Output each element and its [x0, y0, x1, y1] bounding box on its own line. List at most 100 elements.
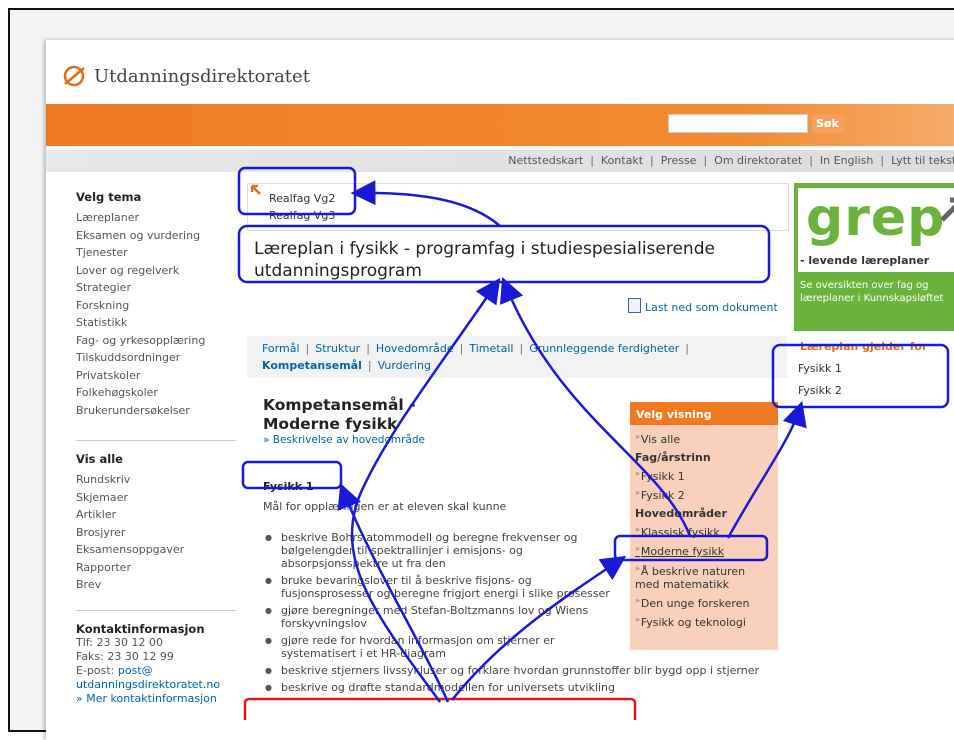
view-selector-title: Velg visning [630, 402, 778, 425]
sidebar-item-brev[interactable]: Brev [76, 576, 184, 594]
tab-grunnleggende[interactable]: Grunnleggende ferdigheter [529, 342, 679, 355]
contact-email: E-post: post@ [76, 664, 220, 678]
nav-separator: | [703, 154, 708, 167]
top-navigation: Nettstedskart | Kontakt | Presse | Om direktor… [46, 150, 954, 172]
section-tabs: Formål | Struktur | Hovedområde | Timetall | Gru… [247, 336, 787, 378]
view-link-unge-forskeren[interactable]: Den unge forskeren [635, 593, 773, 612]
up-arrow-icon [250, 184, 262, 200]
view-link-beskrive-naturen[interactable]: Å beskrive naturen med matematikk [635, 562, 773, 591]
sidebar-divider [76, 610, 236, 611]
tab-hovedomrade[interactable]: Hovedområde [376, 342, 454, 355]
contact-fax: Faks: 23 30 12 99 [76, 650, 174, 663]
sidebar-item-brukerundersokelser[interactable]: Brukerundersøkelser [76, 402, 205, 420]
nav-link-contact[interactable]: Kontakt [601, 154, 643, 167]
sidebar-item-folkehogskoler[interactable]: Folkehøgskoler [76, 384, 205, 402]
sidebar-item-fag-yrke[interactable]: Fag- og yrkesopplæring [76, 332, 205, 350]
view-link-fysikk-2[interactable]: Fysikk 2 [635, 485, 773, 504]
sidebar-item-laereplaner[interactable]: Læreplaner [76, 209, 205, 227]
document-icon [628, 298, 641, 313]
sidebar-item-eksamensoppgaver[interactable]: Eksamensoppgaver [76, 541, 184, 559]
list-item: bruke bevaringslover til å beskrive fisj… [264, 574, 624, 600]
view-link-moderne-fysikk[interactable]: Moderne fysikk [635, 541, 773, 560]
group-title: Fysikk 1 [263, 480, 314, 493]
sidebar-item-rundskriv[interactable]: Rundskriv [76, 471, 184, 489]
nav-link-press[interactable]: Presse [661, 154, 697, 167]
brand-name: Utdanningsdirektoratet [94, 65, 310, 87]
tab-separator: | [519, 342, 524, 355]
sidebar-item-eksamen[interactable]: Eksamen og vurdering [76, 227, 205, 245]
sidebar-item-lover[interactable]: Lover og regelverk [76, 262, 205, 280]
grep-tagline: - levende læreplaner [800, 254, 930, 267]
view-subtitle-hovedomrader: Hovedområder [635, 507, 727, 520]
contact-email-link-cont[interactable]: utdanningsdirektoratet.no [76, 678, 220, 691]
sidebar-item-artikler[interactable]: Artikler [76, 506, 184, 524]
tab-separator: | [305, 342, 310, 355]
view-selector-box: Velg visning Vis alle Fag/årstrinn Fysik… [630, 402, 778, 650]
hovedomrade-description-link[interactable]: » Beskrivelse av hovedområde [263, 434, 425, 446]
search-button[interactable]: Søk [812, 114, 844, 133]
web-page: Utdanningsdirektoratet Søk Nettstedskart… [46, 40, 954, 740]
goals-intro: Mål for opplæringen er at eleven skal ku… [263, 500, 507, 513]
contact-email-label: E-post: [76, 664, 118, 677]
nav-link-listen[interactable]: Lytt til teksten [891, 154, 954, 167]
laereplan-item-fysikk-2[interactable]: Fysikk 2 [798, 380, 842, 402]
sidebar-item-tilskudd[interactable]: Tilskuddsordninger [76, 349, 205, 367]
laereplan-gjelder-title: Læreplan gjelder for [800, 340, 928, 353]
sidebar-visalle-title: Vis alle [76, 452, 123, 466]
more-contact-link[interactable]: » Mer kontaktinformasjon [76, 692, 217, 705]
contact-info: Kontaktinformasjon Tlf: 23 30 12 00 Faks… [76, 622, 220, 706]
tab-vurdering[interactable]: Vurdering [378, 359, 431, 372]
grep-logo: grep - levende læreplaner [798, 188, 954, 272]
nav-separator: | [650, 154, 654, 167]
sidebar-item-privatskoler[interactable]: Privatskoler [76, 367, 205, 385]
laereplan-item-fysikk-1[interactable]: Fysikk 1 [798, 358, 842, 380]
page-title: Læreplan i fysikk - programfag i studies… [254, 239, 715, 281]
sidebar-visalle-list: Rundskriv Skjemaer Artikler Brosjyrer Ek… [76, 471, 184, 594]
view-link-fysikk-teknologi[interactable]: Fysikk og teknologi [635, 612, 773, 631]
grep-overview-link[interactable]: Se oversikten over fag og læreplaner i K… [800, 279, 954, 305]
grep-arrow-icon [940, 197, 954, 222]
view-link-klassisk-fysikk[interactable]: Klassisk fysikk [635, 522, 773, 541]
sidebar-tema-list: Læreplaner Eksamen og vurdering Tjeneste… [76, 209, 205, 419]
contact-more: » Mer kontaktinformasjon [76, 692, 220, 706]
goals-list: beskrive Bohrs atommodell og beregne fre… [264, 531, 759, 698]
nav-separator: | [590, 154, 594, 167]
tab-kompetansemal[interactable]: Kompetansemål [262, 359, 362, 372]
tab-separator: | [685, 342, 689, 355]
breadcrumb-item-realfag-vg3[interactable]: Realfag Vg3 [269, 207, 335, 224]
tab-separator: | [459, 342, 464, 355]
contact-title: Kontaktinformasjon [76, 622, 205, 636]
tab-formal[interactable]: Formål [262, 342, 300, 355]
sidebar-item-rapporter[interactable]: Rapporter [76, 559, 184, 577]
nav-link-sitemap[interactable]: Nettstedskart [508, 154, 583, 167]
site-logo[interactable]: Utdanningsdirektoratet [62, 62, 310, 90]
list-item: beskrive og drøfte standardmodellen for … [264, 681, 801, 694]
search-input[interactable] [668, 114, 808, 133]
tab-timetall[interactable]: Timetall [469, 342, 513, 355]
screenshot-frame: Utdanningsdirektoratet Søk Nettstedskart… [8, 8, 954, 740]
sidebar-item-forskning[interactable]: Forskning [76, 297, 205, 315]
sidebar-item-strategier[interactable]: Strategier [76, 279, 205, 297]
sidebar-tema-title: Velg tema [76, 190, 142, 204]
sidebar-item-brosjyrer[interactable]: Brosjyrer [76, 524, 184, 542]
list-item: beskrive stjerners livssykluser og forkl… [264, 664, 801, 677]
nav-link-english[interactable]: In English [820, 154, 873, 167]
sidebar-item-tjenester[interactable]: Tjenester [76, 244, 205, 262]
tab-struktur[interactable]: Struktur [315, 342, 360, 355]
grep-wordmark: grep [806, 188, 946, 248]
section-title-line2: Moderne fysikk [263, 415, 398, 433]
list-item: gjøre rede for hvordan informasjon om st… [264, 634, 624, 660]
breadcrumb: Realfag Vg2 Realfag Vg3 [247, 183, 789, 231]
view-link-vis-alle[interactable]: Vis alle [635, 429, 773, 448]
contact-email-link[interactable]: post@ [118, 664, 153, 677]
view-link-fysikk-1[interactable]: Fysikk 1 [635, 466, 773, 485]
sidebar-item-skjemaer[interactable]: Skjemaer [76, 489, 184, 507]
sidebar-item-statistikk[interactable]: Statistikk [76, 314, 205, 332]
breadcrumb-item-realfag-vg2[interactable]: Realfag Vg2 [269, 190, 335, 207]
contact-email-cont: utdanningsdirektoratet.no [76, 678, 220, 692]
grep-banner[interactable]: grep - levende læreplaner Se oversikten … [794, 183, 954, 331]
download-link[interactable]: Last ned som dokument [628, 298, 778, 314]
tab-separator: | [366, 342, 370, 355]
view-subtitle-fag: Fag/årstrinn [635, 451, 711, 464]
nav-link-about[interactable]: Om direktoratet [714, 154, 802, 167]
